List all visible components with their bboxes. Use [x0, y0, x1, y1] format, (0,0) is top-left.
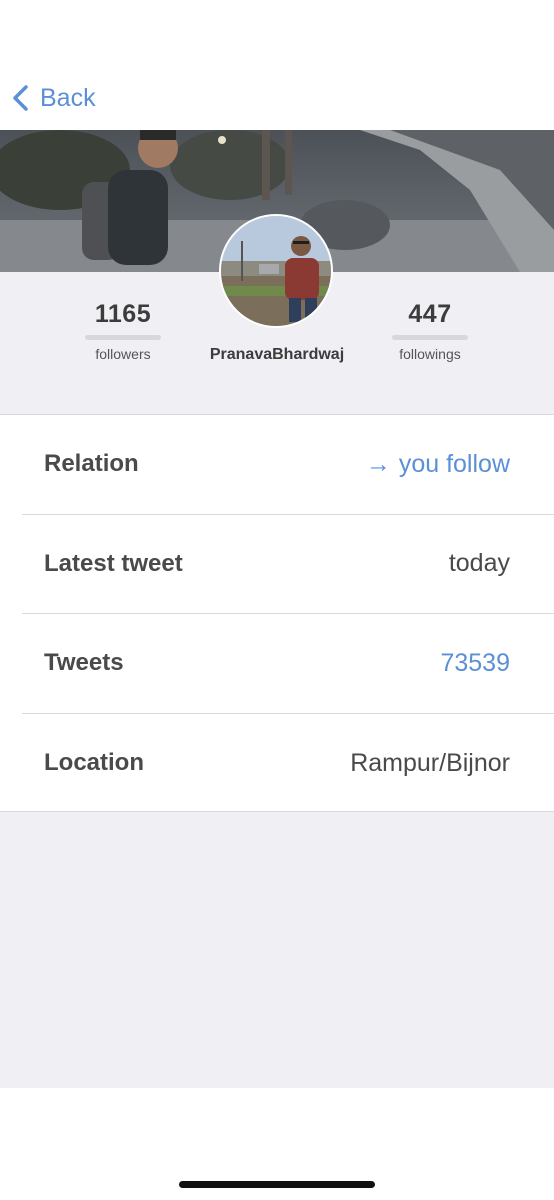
navigation-bar: Back: [0, 0, 554, 130]
username: PranavaBhardwaj: [209, 346, 345, 363]
location-row[interactable]: Location Rampur/Bijnor: [22, 714, 554, 814]
latest-tweet-value: today: [448, 549, 510, 578]
back-button[interactable]: Back: [10, 80, 96, 116]
location-value: Rampur/Bijnor: [350, 748, 510, 777]
latest-tweet-row[interactable]: Latest tweet today: [22, 515, 554, 614]
home-indicator[interactable]: [179, 1181, 375, 1188]
followings-stat[interactable]: 447 followings: [370, 300, 490, 362]
empty-area: [0, 812, 554, 1088]
followings-count: 447: [408, 300, 452, 328]
tweets-label: Tweets: [44, 649, 124, 677]
relation-label: Relation: [44, 450, 139, 478]
followers-count: 1165: [94, 300, 152, 328]
chevron-left-icon: [13, 85, 28, 111]
back-label: Back: [40, 83, 96, 112]
avatar[interactable]: [219, 214, 333, 328]
followers-stat[interactable]: 1165 followers: [63, 300, 183, 362]
arrow-right-icon: →: [365, 449, 391, 478]
followings-label: followings: [399, 346, 461, 362]
followers-bar: [85, 335, 161, 340]
profile-details-list: Relation → you follow Latest tweet today …: [0, 414, 554, 812]
followings-bar: [392, 335, 468, 340]
latest-tweet-label: Latest tweet: [44, 549, 183, 577]
relation-value: you follow: [398, 449, 510, 478]
location-label: Location: [44, 749, 144, 777]
relation-row[interactable]: Relation → you follow: [22, 415, 554, 515]
profile-screen: Back 1165 followers PranavaBhardwaj 447 …: [0, 0, 554, 1200]
tweets-value[interactable]: 73539: [440, 649, 510, 678]
tweets-row[interactable]: Tweets 73539: [22, 614, 554, 714]
followers-label: followers: [95, 346, 151, 362]
relation-value-container[interactable]: → you follow: [366, 450, 510, 479]
